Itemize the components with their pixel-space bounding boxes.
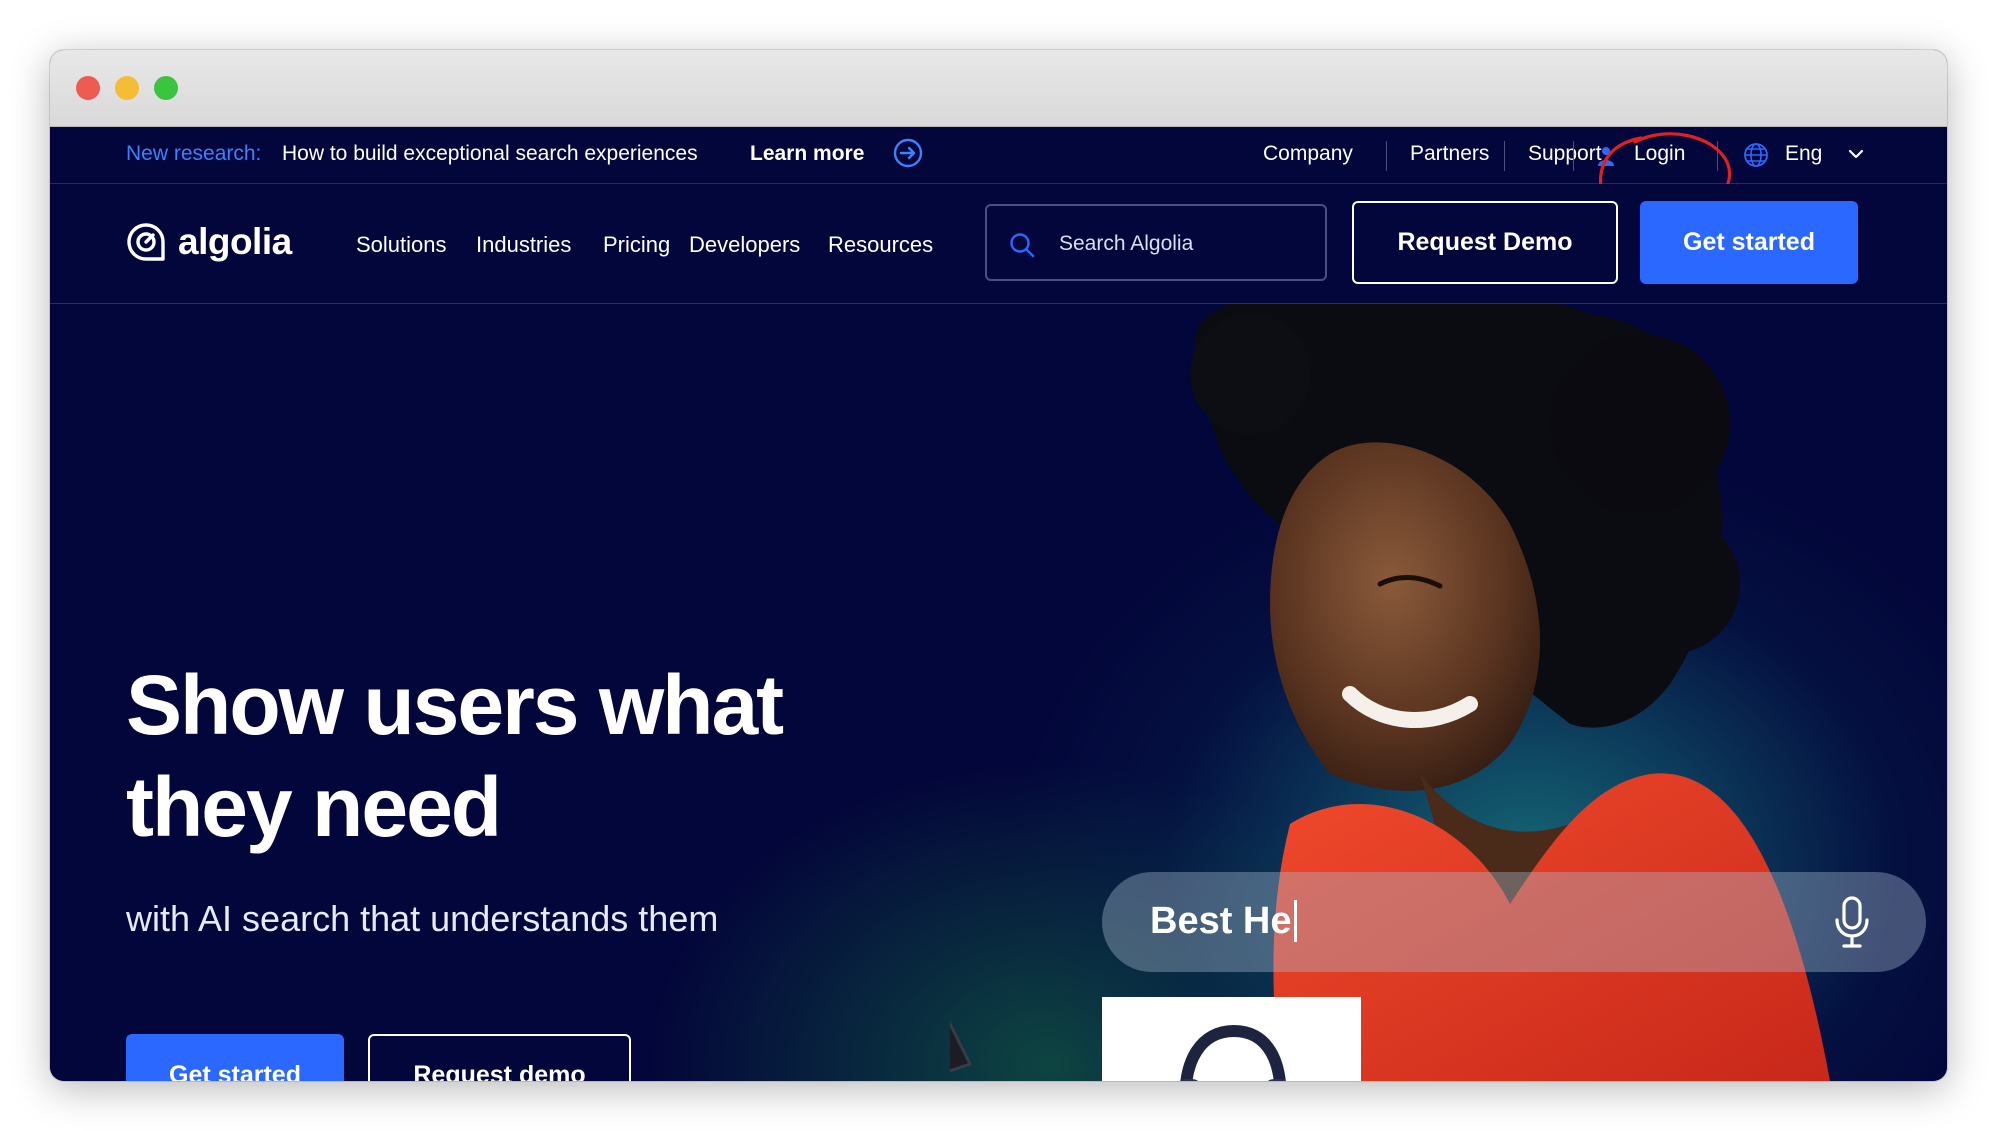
hero-title: Show users what they need [126, 658, 784, 854]
company-link[interactable]: Company [1263, 142, 1353, 166]
main-header: algolia Solutions Industries Pricing Dev… [50, 184, 1947, 304]
hero-section: Show users what they need with AI search… [50, 304, 1947, 1081]
logo-wordmark: algolia [178, 221, 292, 262]
announcement-tag: New research: [126, 142, 262, 165]
globe-icon[interactable] [1743, 142, 1769, 168]
language-selector[interactable]: Eng [1785, 142, 1822, 166]
hero-subtitle: with AI search that understands them [126, 898, 719, 939]
request-demo-button[interactable]: Request Demo [1352, 201, 1618, 284]
hero-request-demo-button[interactable]: Request demo [368, 1034, 631, 1081]
headphones-icon [1180, 1024, 1286, 1081]
announcement-bar: New research: How to build exceptional s… [50, 127, 1947, 184]
algolia-mark-icon [127, 223, 165, 261]
announcement-message[interactable]: How to build exceptional search experien… [282, 142, 698, 166]
hero-get-started-button[interactable]: Get started [126, 1034, 344, 1081]
arrow-right-circle-icon[interactable] [893, 138, 923, 168]
minimize-window-button[interactable] [115, 76, 139, 100]
close-window-button[interactable] [76, 76, 100, 100]
search-icon [1010, 233, 1035, 258]
search-input[interactable] [1057, 228, 1311, 260]
divider [1504, 141, 1505, 171]
divider [1386, 141, 1387, 171]
chevron-down-icon[interactable] [1847, 147, 1865, 161]
demo-search-bar: Best He [1102, 872, 1926, 972]
algolia-logo[interactable]: algolia [126, 220, 292, 264]
microphone-icon [1835, 896, 1869, 948]
browser-window: New research: How to build exceptional s… [50, 50, 1947, 1081]
nav-industries[interactable]: Industries [476, 232, 571, 258]
site-search[interactable] [985, 204, 1327, 281]
divider [1717, 141, 1718, 171]
title-bar [50, 50, 1947, 127]
nav-developers[interactable]: Developers [689, 232, 800, 258]
nav-pricing[interactable]: Pricing [603, 232, 670, 258]
nav-solutions[interactable]: Solutions [356, 232, 447, 258]
demo-search-query: Best He [1150, 900, 1297, 942]
support-link[interactable]: Support [1528, 142, 1602, 166]
partners-link[interactable]: Partners [1410, 142, 1489, 166]
learn-more-link[interactable]: Learn more [750, 142, 864, 166]
product-result-card[interactable] [1102, 997, 1361, 1081]
zoom-window-button[interactable] [154, 76, 178, 100]
get-started-button[interactable]: Get started [1640, 201, 1858, 284]
user-icon [1598, 147, 1614, 166]
login-link[interactable]: Login [1634, 142, 1685, 166]
nav-resources[interactable]: Resources [828, 232, 933, 258]
divider [1573, 141, 1574, 171]
